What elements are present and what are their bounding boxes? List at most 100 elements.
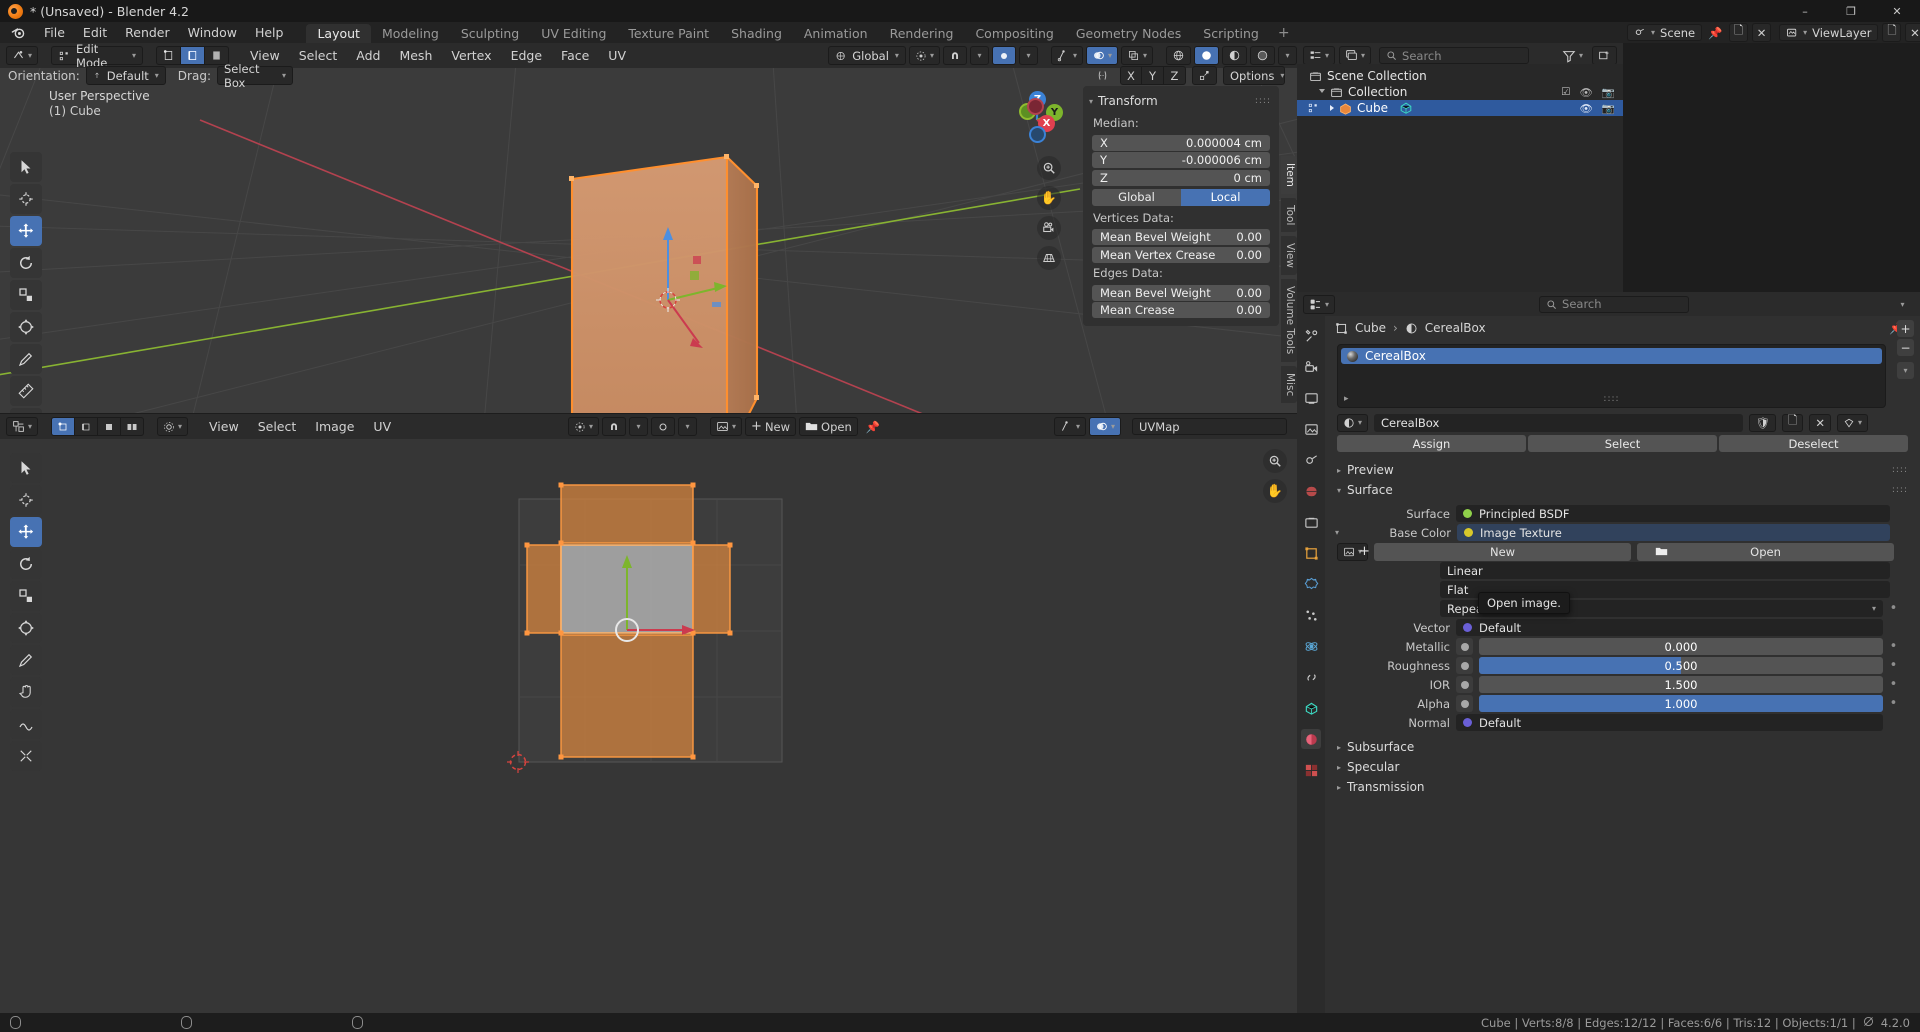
chevron-down-icon[interactable] [1319,88,1325,96]
median-x-field[interactable]: X 0.000004 cm [1092,134,1270,151]
properties-tab-output[interactable] [1301,388,1321,408]
new-viewlayer-button[interactable]: 🗋 [1882,23,1902,42]
uv-show-gizmo-icon[interactable]: ▾ [1053,417,1086,436]
space-local-button[interactable]: Local [1181,188,1270,206]
interpolation-dropdown[interactable]: Linear [1440,562,1890,579]
uv-map-field[interactable]: UVMap [1132,418,1288,435]
browse-material-icon[interactable]: ▾ [1337,413,1369,432]
transform-panel-header[interactable]: ▾ Transform :::: [1083,92,1279,114]
add-material-slot-button[interactable]: + [1897,320,1914,337]
transmission-panel-header[interactable]: ▸ Transmission [1325,777,1920,797]
uv-tool-pinch[interactable] [10,741,42,771]
viewport-menu-mesh[interactable]: Mesh [391,45,440,66]
properties-search-input[interactable]: Search [1539,295,1690,313]
uv-tool-move[interactable] [10,517,42,547]
gizmo-axis-neg-x[interactable] [1027,98,1044,115]
navigation-gizmo[interactable]: Z Y X [1005,89,1069,153]
eye-icon[interactable]: 👁 [1580,102,1593,115]
viewport-menu-select[interactable]: Select [291,45,346,66]
tool-annotate[interactable] [10,344,42,374]
uv-tool-transform[interactable] [10,613,42,643]
shading-wireframe-icon[interactable] [1166,46,1191,65]
pivot-point-button[interactable]: ▾ [908,46,940,65]
uv-snap-dropdown[interactable]: ▾ [629,417,649,436]
n-tab-view[interactable]: View [1281,236,1297,276]
shading-solid-icon[interactable] [1194,46,1219,65]
metallic-slider[interactable]: 0.000 [1479,638,1883,655]
ior-slider[interactable]: 1.500 [1479,676,1883,693]
uv-pin-icon[interactable]: 📌 [861,417,885,436]
menu-render[interactable]: Render [116,22,179,43]
viewport-menu-vertex[interactable]: Vertex [443,45,499,66]
tool-measure[interactable] [10,376,42,406]
uv-menu-select[interactable]: Select [250,416,305,437]
properties-tab-material[interactable] [1301,729,1321,749]
tool-cursor[interactable] [10,184,42,214]
drag-dropdown[interactable]: Select Box ▾ [216,62,293,90]
tab-modeling[interactable]: Modeling [371,24,450,43]
mirror-x-button[interactable]: X [1120,66,1142,85]
specular-panel-header[interactable]: ▸ Specular [1325,757,1920,777]
open-image-button[interactable]: Open [1637,542,1895,561]
mean-vertex-crease-field[interactable]: Mean Vertex Crease 0.00 [1092,246,1270,263]
mirror-z-button[interactable]: Z [1164,66,1186,85]
snap-settings-dropdown[interactable]: ▾ [969,46,989,65]
assign-button[interactable]: Assign [1337,435,1526,452]
camera-icon[interactable]: 📷 [1602,86,1615,99]
outliner-row-collection[interactable]: Collection ☑ 👁 📷 [1297,84,1623,100]
surface-shader-field[interactable]: Principled BSDF [1456,505,1890,522]
proportional-connected-icon[interactable] [1091,66,1114,85]
median-y-field[interactable]: Y -0.000006 cm [1092,152,1270,168]
n-tab-item[interactable]: Item [1281,156,1297,194]
properties-tab-view-layer[interactable] [1301,419,1321,439]
n-tab-misc[interactable]: Misc [1281,365,1297,403]
camera-icon[interactable]: 📷 [1602,102,1615,115]
add-workspace-button[interactable]: + [1270,24,1298,43]
uv-island-select-icon[interactable] [121,417,145,436]
properties-tab-collection[interactable] [1301,512,1321,532]
shading-material-icon[interactable] [1222,46,1247,65]
uv-new-image-button[interactable]: + New [745,417,797,436]
n-tab-tool[interactable]: Tool [1281,197,1297,233]
uv-image-browse-icon[interactable]: ▾ [710,417,743,436]
new-scene-button[interactable]: 🗋 [1729,23,1749,42]
menu-window[interactable]: Window [179,22,246,43]
maximize-button[interactable]: ❐ [1828,0,1874,22]
metallic-socket-icon[interactable] [1456,638,1473,655]
properties-tab-texture[interactable] [1301,760,1321,780]
close-button[interactable]: ✕ [1874,0,1920,22]
fake-user-shield-icon[interactable]: 🛡 [1749,413,1777,432]
eye-icon[interactable]: 👁 [1580,86,1593,99]
vertex-select-icon[interactable] [156,46,182,65]
mirror-y-button[interactable]: Y [1142,66,1164,85]
properties-tab-tool[interactable] [1301,326,1321,346]
properties-tab-object-data[interactable] [1301,698,1321,718]
viewport-menu-edge[interactable]: Edge [503,45,550,66]
edge-mean-bevel-weight-field[interactable]: Mean Bevel Weight 0.00 [1092,284,1270,301]
uv-menu-image[interactable]: Image [307,416,362,437]
tab-geometry-nodes[interactable]: Geometry Nodes [1065,24,1192,43]
material-slot-item[interactable]: CerealBox [1341,348,1882,364]
properties-tab-modifiers[interactable] [1301,574,1321,594]
breadcrumb-material[interactable]: CerealBox [1425,321,1486,335]
outliner-new-collection-icon[interactable] [1592,46,1617,65]
animate-property-dot[interactable]: • [1889,602,1898,615]
uv-snap-magnet-icon[interactable] [602,417,627,436]
minimize-button[interactable]: – [1782,0,1828,22]
mean-crease-field[interactable]: Mean Crease 0.00 [1092,302,1270,318]
select-button[interactable]: Select [1528,435,1717,452]
properties-tab-render[interactable] [1301,357,1321,377]
vertex-mean-bevel-weight-field[interactable]: Mean Bevel Weight 0.00 [1092,229,1270,245]
roughness-slider[interactable]: 0.500 [1479,657,1883,674]
base-color-field[interactable]: Image Texture [1457,524,1890,541]
checkbox-icon[interactable]: ☑ [1561,86,1570,99]
material-name-field[interactable]: CerealBox [1374,413,1744,432]
viewlayer-selector[interactable]: ▾ ViewLayer [1779,24,1879,41]
unlink-material-icon[interactable]: ✕ [1809,413,1831,432]
mode-selector[interactable]: Edit Mode ▾ [51,42,144,70]
toggle-ortho-perspective-icon[interactable] [1037,246,1061,270]
breadcrumb-object[interactable]: Cube [1355,321,1386,335]
viewport-menu-add[interactable]: Add [348,45,388,66]
preview-panel-header[interactable]: ▸ Preview :::: [1325,460,1920,480]
outliner-display-mode-button[interactable]: ▾ [1339,46,1372,65]
